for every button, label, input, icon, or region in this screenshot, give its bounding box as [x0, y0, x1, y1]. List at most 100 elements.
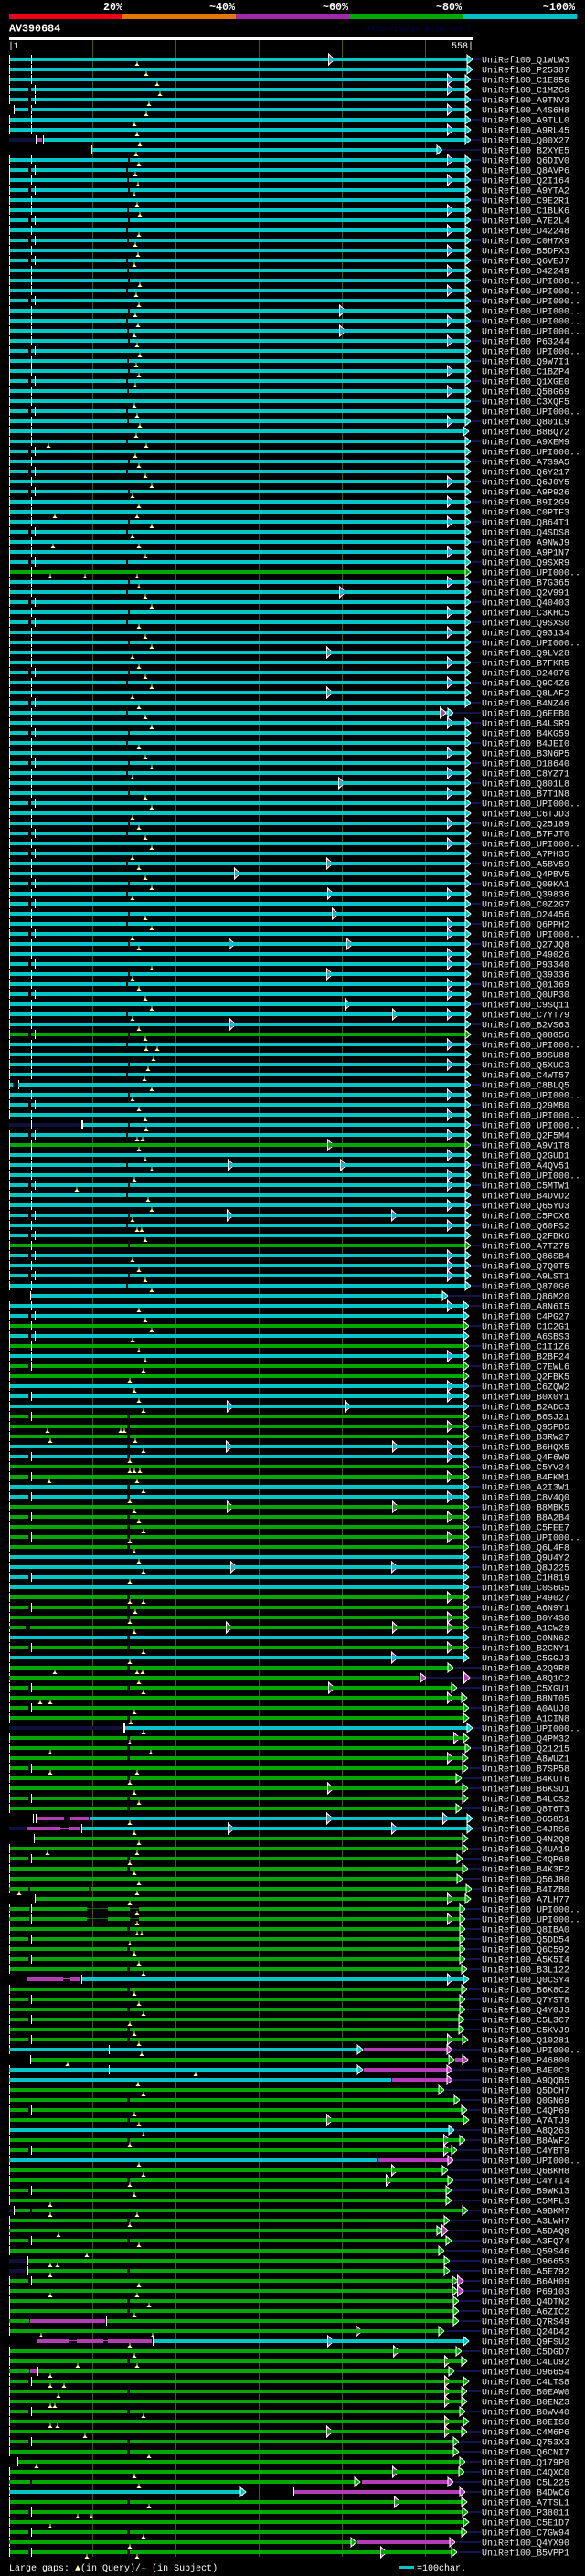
svg-text:=100char.: =100char. [417, 2563, 466, 2574]
svg-text:UniRef100_C8V4Q0: UniRef100_C8V4Q0 [482, 1493, 569, 1504]
svg-text:UniRef100_UPI000..: UniRef100_UPI000.. [482, 2157, 580, 2168]
svg-text:UniRef100_Q9U4Y2: UniRef100_Q9U4Y2 [482, 1553, 569, 1564]
svg-text:UniRef100_A1CIN8: UniRef100_A1CIN8 [482, 1714, 569, 1725]
svg-text:UniRef100_B0WV40: UniRef100_B0WV40 [482, 2408, 569, 2419]
svg-text:UniRef100_Q7YST8: UniRef100_Q7YST8 [482, 1996, 569, 2007]
svg-text:UniRef100_A9QQB5: UniRef100_A9QQB5 [482, 2076, 569, 2087]
svg-text:~40%: ~40% [209, 1, 236, 14]
svg-text:UniRef100_C5E1D7: UniRef100_C5E1D7 [482, 2518, 569, 2529]
svg-text:UniRef100_Q1XGE0: UniRef100_Q1XGE0 [482, 377, 569, 388]
svg-text:UniRef100_Q8J225: UniRef100_Q8J225 [482, 1564, 569, 1574]
svg-text:UniRef100_B6SJ21: UniRef100_B6SJ21 [482, 1413, 569, 1424]
svg-text:UniRef100_Q870G6: UniRef100_Q870G6 [482, 1282, 569, 1293]
svg-text:UniRef100_Q25189: UniRef100_Q25189 [482, 820, 569, 831]
svg-text:UniRef100_UPI000..: UniRef100_UPI000.. [482, 277, 580, 288]
svg-text:UniRef100_B6HQX5: UniRef100_B6HQX5 [482, 1443, 569, 1454]
svg-text:UniRef100_Q2I164: UniRef100_Q2I164 [482, 176, 569, 187]
svg-text:UniRef100_C6TJD3: UniRef100_C6TJD3 [482, 810, 569, 821]
svg-text:UniRef100_A9YTA2: UniRef100_A9YTA2 [482, 186, 569, 197]
svg-text:UniRef100_B8A2B4: UniRef100_B8A2B4 [482, 1513, 569, 1524]
svg-text:UniRef100_B0EAW0: UniRef100_B0EAW0 [482, 2388, 569, 2399]
svg-text:558|: 558| [452, 41, 473, 52]
svg-text:UniRef100_C1MZG8: UniRef100_C1MZG8 [482, 86, 569, 97]
svg-text:UniRef100_UPI000..: UniRef100_UPI000.. [482, 1111, 580, 1122]
svg-text:UniRef100_UPI000..: UniRef100_UPI000.. [482, 297, 580, 308]
svg-text:UniRef100_C5YV24: UniRef100_C5YV24 [482, 1463, 569, 1474]
svg-text:UniRef100_Q8T6T3: UniRef100_Q8T6T3 [482, 1805, 569, 1816]
svg-text:UniRef100_A5K5I4: UniRef100_A5K5I4 [482, 1956, 569, 1966]
svg-text:UniRef100_O24456: UniRef100_O24456 [482, 910, 569, 921]
svg-text:UniRef100_C1E856: UniRef100_C1E856 [482, 76, 569, 87]
svg-text:UniRef100_Q4PM32: UniRef100_Q4PM32 [482, 1734, 569, 1745]
svg-text:UniRef100_Q10281: UniRef100_Q10281 [482, 2036, 569, 2047]
svg-text:UniRef100_C5KVJ9: UniRef100_C5KVJ9 [482, 2026, 569, 2037]
svg-text:UniRef100_Q4UA19: UniRef100_Q4UA19 [482, 1845, 569, 1856]
svg-text:UniRef100_A3FQ74: UniRef100_A3FQ74 [482, 2237, 569, 2248]
svg-text:UniRef100_UPI000..: UniRef100_UPI000.. [482, 408, 580, 419]
svg-text:UniRef100_C0Z2G7: UniRef100_C0Z2G7 [482, 900, 569, 911]
svg-text:UniRef100_Q39836: UniRef100_Q39836 [482, 890, 569, 901]
svg-text:UniRef100_B9I2G9: UniRef100_B9I2G9 [482, 498, 569, 509]
svg-text:UniRef100_A7S9A5: UniRef100_A7S9A5 [482, 458, 569, 469]
svg-text:UniRef100_Q93134: UniRef100_Q93134 [482, 629, 569, 640]
svg-text:UniRef100_Q9C4Z6: UniRef100_Q9C4Z6 [482, 679, 569, 690]
svg-text:UniRef100_Q9W7I1: UniRef100_Q9W7I1 [482, 357, 569, 368]
svg-text:UniRef100_A2I3W1: UniRef100_A2I3W1 [482, 1483, 569, 1494]
svg-text:UniRef100_UPI000..: UniRef100_UPI000.. [482, 287, 580, 298]
svg-text:UniRef100_A4QV51: UniRef100_A4QV51 [482, 1161, 569, 1172]
svg-text:UniRef100_Q6CNI7: UniRef100_Q6CNI7 [482, 2448, 569, 2459]
svg-text:UniRef100_Q2V991: UniRef100_Q2V991 [482, 588, 569, 599]
svg-text:UniRef100_B2XYE5: UniRef100_B2XYE5 [482, 146, 569, 157]
svg-text:UniRef100_UPI000..: UniRef100_UPI000.. [482, 1091, 580, 1102]
svg-text:UniRef100_C4LU92: UniRef100_C4LU92 [482, 2358, 569, 2369]
svg-text:UniRef100_P46800: UniRef100_P46800 [482, 2056, 569, 2067]
svg-text:UniRef100_B4LSR9: UniRef100_B4LSR9 [482, 719, 569, 730]
svg-text:UniRef100_A9V1T8: UniRef100_A9V1T8 [482, 1141, 569, 1152]
svg-text:UniRef100_C4PG27: UniRef100_C4PG27 [482, 1312, 569, 1323]
svg-text:UniRef100_C4JRS6: UniRef100_C4JRS6 [482, 1825, 569, 1836]
svg-text:UniRef100_B7FKR5: UniRef100_B7FKR5 [482, 659, 569, 670]
svg-text:UniRef100_A3LWH7: UniRef100_A3LWH7 [482, 2217, 569, 2228]
svg-text:UniRef100_C9SQ11: UniRef100_C9SQ11 [482, 1001, 569, 1012]
svg-text:UniRef100_A1CW29: UniRef100_A1CW29 [482, 1624, 569, 1635]
svg-text:UniRef100_Q27JQ8: UniRef100_Q27JQ8 [482, 940, 569, 951]
svg-text:UniRef100_Q0UP30: UniRef100_Q0UP30 [482, 991, 569, 1002]
svg-text:UniRef100_Q6BKH8: UniRef100_Q6BKH8 [482, 2167, 569, 2178]
svg-text:UniRef100_Q9SXR9: UniRef100_Q9SXR9 [482, 558, 569, 569]
svg-text:UniRef100_UPI000..: UniRef100_UPI000.. [482, 568, 580, 579]
svg-text:UniRef100_B0EIS0: UniRef100_B0EIS0 [482, 2418, 569, 2429]
svg-text:UniRef100_B2CNY1: UniRef100_B2CNY1 [482, 1644, 569, 1655]
svg-text:UniRef100_A6ZIC2: UniRef100_A6ZIC2 [482, 2307, 569, 2318]
svg-text:UniRef100_Q4YX90: UniRef100_Q4YX90 [482, 2539, 569, 2549]
svg-text:UniRef100_UPI000..: UniRef100_UPI000.. [482, 327, 580, 338]
svg-text:UniRef100_Q65YU3: UniRef100_Q65YU3 [482, 1202, 569, 1213]
svg-text:UniRef100_B0Y4S0: UniRef100_B0Y4S0 [482, 1614, 569, 1625]
svg-text:UniRef100_A4S6H8: UniRef100_A4S6H8 [482, 106, 569, 117]
svg-text:UniRef100_C7EWL6: UniRef100_C7EWL6 [482, 1362, 569, 1373]
svg-text:UniRef100_B6KSU1: UniRef100_B6KSU1 [482, 1785, 569, 1796]
svg-text:UniRef100_P93340: UniRef100_P93340 [482, 960, 569, 971]
svg-text:UniRef100_B4DVD2: UniRef100_B4DVD2 [482, 1192, 569, 1203]
svg-text:UniRef100_Q60FS2: UniRef100_Q60FS2 [482, 1222, 569, 1233]
svg-text:UniRef100_Q21215: UniRef100_Q21215 [482, 1744, 569, 1755]
svg-text:UniRef100_C4WT57: UniRef100_C4WT57 [482, 1071, 569, 1082]
svg-text:UniRef100_Q8IBA0: UniRef100_Q8IBA0 [482, 1925, 569, 1936]
svg-text:UniRef100_A9P1N7: UniRef100_A9P1N7 [482, 548, 569, 559]
svg-text:UniRef100_Q58G69: UniRef100_Q58G69 [482, 387, 569, 398]
svg-text:UniRef100_O24076: UniRef100_O24076 [482, 669, 569, 680]
svg-text:UniRef100_Q6C592: UniRef100_Q6C592 [482, 1945, 569, 1956]
svg-text:UniRef100_Q7Q0T5: UniRef100_Q7Q0T5 [482, 1262, 569, 1273]
svg-text:UniRef100_C1BLK6: UniRef100_C1BLK6 [482, 207, 569, 217]
svg-text:UniRef100_A8WUZ1: UniRef100_A8WUZ1 [482, 1754, 569, 1765]
svg-text:UniRef100_B4LCS2: UniRef100_B4LCS2 [482, 1795, 569, 1806]
svg-text:UniRef100_Q5DCH7: UniRef100_Q5DCH7 [482, 2086, 569, 2097]
svg-text:UniRef100_A8Q1C2: UniRef100_A8Q1C2 [482, 1674, 569, 1685]
svg-text:UniRef100_Q6Y217: UniRef100_Q6Y217 [482, 468, 569, 479]
svg-text:UniRef100_B0X0Y1: UniRef100_B0X0Y1 [482, 1393, 569, 1404]
svg-text:UniRef100_C0PTF3: UniRef100_C0PTF3 [482, 508, 569, 519]
svg-text:UniRef100_B4JEI0: UniRef100_B4JEI0 [482, 739, 569, 750]
svg-text:UniRef100_A7TSL1: UniRef100_A7TSL1 [482, 2498, 569, 2509]
svg-text:UniRef100_C3KHC5: UniRef100_C3KHC5 [482, 609, 569, 620]
svg-text:UniRef100_C0H7X9: UniRef100_C0H7X9 [482, 237, 569, 248]
svg-text:UniRef100_Q1WLW3: UniRef100_Q1WLW3 [482, 56, 569, 67]
